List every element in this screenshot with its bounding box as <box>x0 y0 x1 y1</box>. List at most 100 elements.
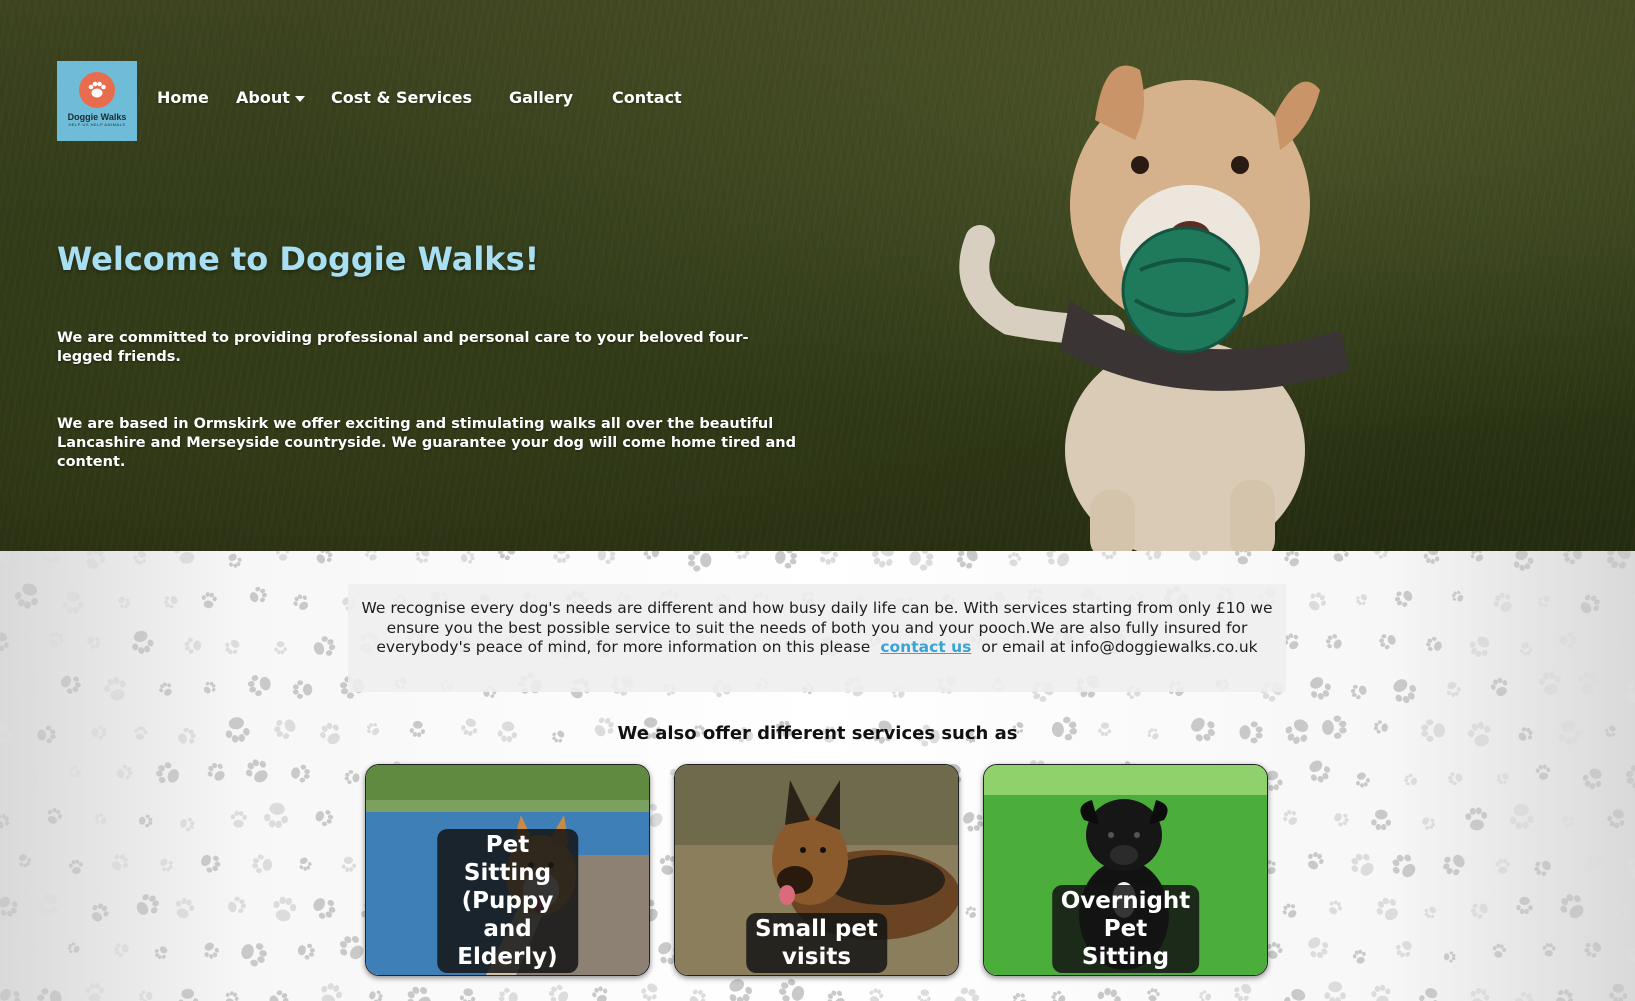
paw-print-icon <box>313 636 336 656</box>
paw-print-icon <box>415 551 430 564</box>
paw-print-icon <box>820 551 838 565</box>
paw-print-icon <box>1356 594 1368 606</box>
paw-print-icon <box>0 632 9 652</box>
paw-print-icon <box>1008 552 1022 567</box>
paw-print-icon <box>1394 590 1413 607</box>
paw-print-icon <box>553 551 571 564</box>
paw-print-icon <box>91 903 109 922</box>
paw-print-icon <box>1426 636 1442 651</box>
paw-print-icon <box>1626 765 1635 789</box>
paw-print-icon <box>734 551 750 560</box>
paw-print-icon <box>1371 984 1391 1001</box>
paw-print-icon <box>1633 593 1635 602</box>
service-card-overnight-pet-sitting[interactable]: Overnight Pet Sitting <box>983 764 1268 976</box>
paw-print-icon <box>1607 809 1625 829</box>
paw-print-icon <box>1395 940 1412 958</box>
paw-print-icon <box>1542 943 1556 957</box>
paw-print-icon <box>313 898 336 919</box>
paw-print-icon <box>227 896 246 914</box>
paw-print-icon <box>1101 551 1117 560</box>
paw-print-icon <box>273 896 297 922</box>
paw-print-icon <box>269 990 289 1001</box>
nav-about-label: About <box>236 88 290 107</box>
paw-print-icon <box>228 553 242 568</box>
nav-gallery[interactable]: Gallery <box>509 88 573 107</box>
paw-print-icon <box>67 942 80 954</box>
paw-print-icon <box>460 551 475 564</box>
paw-print-icon <box>293 594 309 610</box>
paw-print-icon <box>0 988 21 1001</box>
paw-print-icon <box>1513 551 1534 571</box>
services-section: We recognise every dog's needs are diffe… <box>0 551 1635 1001</box>
paw-print-icon <box>498 987 518 1001</box>
paw-print-icon <box>1284 551 1300 567</box>
paw-print-icon <box>16 673 38 693</box>
paw-print-icon <box>1556 989 1574 1001</box>
paw-print-icon <box>965 906 977 918</box>
paw-print-icon <box>139 990 153 1001</box>
paw-print-icon <box>497 551 516 561</box>
nav-home[interactable]: Home <box>157 88 209 107</box>
paw-print-icon <box>86 551 106 569</box>
paw-print-icon <box>1534 860 1551 877</box>
paw-print-icon <box>1145 551 1162 561</box>
paw-print-icon <box>1465 807 1488 831</box>
paw-print-icon <box>778 978 805 1001</box>
paw-print-icon <box>1509 804 1534 830</box>
paw-print-icon <box>175 897 195 919</box>
paw-print-icon <box>104 676 126 701</box>
paw-print-icon <box>1559 632 1577 649</box>
paw-print-icon <box>827 990 845 1001</box>
paw-print-icon <box>459 988 476 1001</box>
paw-print-icon <box>548 984 569 1001</box>
paw-print-icon <box>1352 949 1366 964</box>
logo-name: Doggie Walks <box>67 111 127 122</box>
paw-print-icon <box>1393 679 1417 704</box>
service-card-pet-sitting[interactable]: Pet Sitting (Puppy and Elderly) <box>365 764 650 976</box>
hero-section: Doggie Walks HELP US HELP ANIMALS Home A… <box>0 0 1635 551</box>
paw-print-icon <box>160 858 173 872</box>
paw-print-icon <box>1350 684 1367 700</box>
paw-print-icon <box>592 986 608 1001</box>
paw-print-icon <box>689 989 706 1001</box>
paw-print-icon <box>292 680 313 699</box>
paw-print-icon <box>94 813 107 825</box>
paw-print-icon <box>1329 900 1342 915</box>
paw-print-icon <box>1470 903 1488 919</box>
paw-print-icon <box>1443 854 1465 876</box>
paw-print-icon <box>1451 590 1464 602</box>
paw-print-icon <box>1490 677 1508 696</box>
paw-print-icon <box>597 551 616 565</box>
service-card-label: Small pet visits <box>745 913 888 973</box>
service-card-small-pet-visits[interactable]: Small pet visits <box>674 764 959 976</box>
paw-print-icon <box>241 943 267 967</box>
paw-print-icon <box>1379 634 1396 650</box>
paw-print-icon <box>339 935 364 960</box>
paw-print-icon <box>111 854 129 871</box>
paw-print-icon <box>1308 852 1324 870</box>
contact-us-link[interactable]: contact us <box>880 638 971 656</box>
paw-print-icon <box>204 942 219 959</box>
paw-print-icon <box>1587 853 1602 867</box>
paw-print-icon <box>1535 764 1551 780</box>
nav-about[interactable]: About <box>236 88 305 107</box>
paw-print-icon <box>365 551 377 561</box>
paw-print-icon <box>252 854 273 874</box>
paw-print-icon <box>163 596 178 609</box>
paw-print-icon <box>729 979 753 1001</box>
paw-print-icon <box>1563 551 1582 565</box>
paw-print-icon <box>1351 853 1374 876</box>
paw-print-icon <box>1419 988 1438 1001</box>
paw-print-icon <box>1492 943 1506 958</box>
service-card-label: Pet Sitting (Puppy and Elderly) <box>436 829 579 973</box>
logo[interactable]: Doggie Walks HELP US HELP ANIMALS <box>57 61 137 141</box>
nav-contact[interactable]: Contact <box>612 88 682 107</box>
paw-print-icon <box>14 583 38 609</box>
paw-print-icon <box>39 551 62 564</box>
paw-print-icon <box>407 986 431 1001</box>
nav-cost-services[interactable]: Cost & Services <box>331 88 472 107</box>
paw-print-icon <box>1608 901 1631 922</box>
paw-print-icon <box>1604 634 1619 648</box>
hero-title: Welcome to Doggie Walks! <box>57 240 540 278</box>
paw-print-icon <box>173 551 195 564</box>
